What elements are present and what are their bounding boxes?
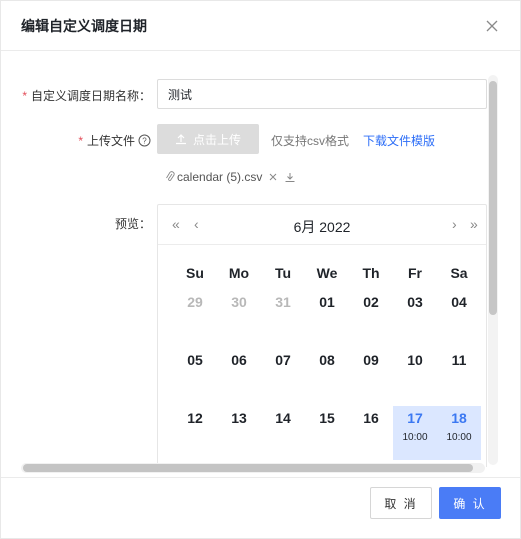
day-number: 11 [451,352,467,368]
calendar-week-row: 05 06 07 08 09 10 11 [173,348,481,406]
calendar-day[interactable]: 05 [173,348,217,402]
calendar-header: « ‹ 6月 2022 › » [158,205,486,245]
file-label-text: 上传文件 [86,134,135,148]
calendar-day[interactable]: 04 [437,290,481,344]
calendar-week-row: 29 30 31 01 02 03 04 [173,290,481,348]
close-icon [486,20,498,32]
upload-icon [175,134,186,145]
day-number: 10 [407,352,423,368]
day-number: 06 [231,352,247,368]
calendar-day[interactable]: 11 [437,348,481,402]
calendar-day[interactable]: 12 [173,406,217,460]
calendar-day[interactable]: 29 [173,290,217,344]
horizontal-scrollbar[interactable] [21,463,485,473]
calendar-day-selected[interactable]: 18 10:00 [437,406,481,460]
calendar-days: 29 30 31 01 02 03 04 05 06 07 08 09 10 11 12 13 14 15 16 17… [173,290,481,464]
name-row: * 自定义调度日期名称： [21,79,491,109]
remove-file-icon[interactable] [268,172,278,182]
next-month-icon[interactable]: › [452,217,457,231]
vertical-scroll-thumb[interactable] [489,81,497,315]
day-number: 15 [319,410,335,426]
calendar-day[interactable]: 07 [261,348,305,402]
weekday-header: Su Mo Tu We Th Fr Sa [158,265,486,281]
day-number: 16 [363,410,379,426]
file-row: * 上传文件? 点击上传 仅支持csv格式 下载文件模版 [21,124,491,154]
download-template-link[interactable]: 下载文件模版 [363,132,435,149]
schedule-name-input[interactable] [157,79,487,109]
weekday-label: Th [362,265,380,281]
next-year-icon[interactable]: » [470,217,478,231]
day-number: 03 [407,294,423,310]
day-number: 02 [363,294,379,310]
paperclip-icon [166,171,175,181]
day-number: 18 [451,410,467,426]
edit-schedule-dialog: 编辑自定义调度日期 *自定义调度日期名称： *上传文件? 点击上传 仅支持csv… [0,0,521,539]
weekday-label: Su [186,265,204,281]
weekday-label: Fr [408,265,422,281]
horizontal-scroll-thumb[interactable] [23,464,473,472]
confirm-button[interactable]: 确 认 [439,487,501,519]
calendar-day[interactable]: 08 [305,348,349,402]
calendar-day[interactable]: 15 [305,406,349,460]
calendar-day[interactable]: 06 [217,348,261,402]
day-time: 10:00 [402,432,428,443]
vertical-scrollbar[interactable] [488,75,498,465]
weekday-label: We [316,265,338,281]
file-label: * 上传文件? [78,132,151,150]
name-label: * 自定义调度日期名称： [22,87,151,104]
day-number: 07 [275,352,291,368]
required-mark: * [78,134,83,148]
calendar-month-title: 6月 2022 [293,219,351,235]
day-number: 09 [363,352,379,368]
calendar-day[interactable]: 16 [349,406,393,460]
calendar-day[interactable]: 03 [393,290,437,344]
uploaded-file-item: calendar (5).csv [165,170,296,184]
weekday-label: Tu [274,265,292,281]
calendar-day[interactable]: 09 [349,348,393,402]
dialog-header: 编辑自定义调度日期 [1,1,520,51]
calendar-day-selected[interactable]: 17 10:00 [393,406,437,460]
dialog-title: 编辑自定义调度日期 [21,18,147,34]
day-number: 14 [275,410,291,426]
file-name: calendar (5).csv [177,170,263,184]
day-number: 17 [407,410,423,426]
day-number: 31 [275,294,291,310]
dialog-footer: 取 消 确 认 [1,477,520,539]
calendar-day[interactable]: 30 [217,290,261,344]
close-button[interactable] [483,17,501,35]
calendar-preview: « ‹ 6月 2022 › » Su Mo Tu We Th Fr Sa 29 30 31 01 0… [157,204,487,467]
day-number: 04 [451,294,467,310]
calendar-day[interactable]: 13 [217,406,261,460]
weekday-label: Mo [228,265,250,281]
day-number: 08 [319,352,335,368]
day-time: 10:00 [446,432,472,443]
day-number: 12 [187,410,203,426]
download-file-icon[interactable] [284,171,296,183]
required-mark: * [22,89,27,103]
calendar-day[interactable]: 10 [393,348,437,402]
day-number: 29 [187,294,203,310]
weekday-label: Sa [450,265,468,281]
help-icon[interactable]: ? [138,134,151,150]
calendar-day[interactable]: 01 [305,290,349,344]
calendar-day[interactable]: 31 [261,290,305,344]
dialog-body: *自定义调度日期名称： *上传文件? 点击上传 仅支持csv格式 下载文件模版 … [21,69,501,467]
calendar-day[interactable]: 14 [261,406,305,460]
name-label-text: 自定义调度日期名称： [30,89,151,103]
day-number: 05 [187,352,203,368]
calendar-day[interactable]: 02 [349,290,393,344]
day-number: 01 [319,294,335,310]
upload-hint: 仅支持csv格式 [271,134,350,148]
cancel-button[interactable]: 取 消 [370,487,432,519]
calendar-week-row: 12 13 14 15 16 17 10:00 18 10:00 [173,406,481,464]
day-number: 13 [231,410,247,426]
svg-text:?: ? [142,137,147,146]
preview-label: 预览： [114,217,151,231]
upload-button-label: 点击上传 [192,132,241,147]
upload-button[interactable]: 点击上传 [157,124,259,154]
day-number: 30 [231,294,247,310]
